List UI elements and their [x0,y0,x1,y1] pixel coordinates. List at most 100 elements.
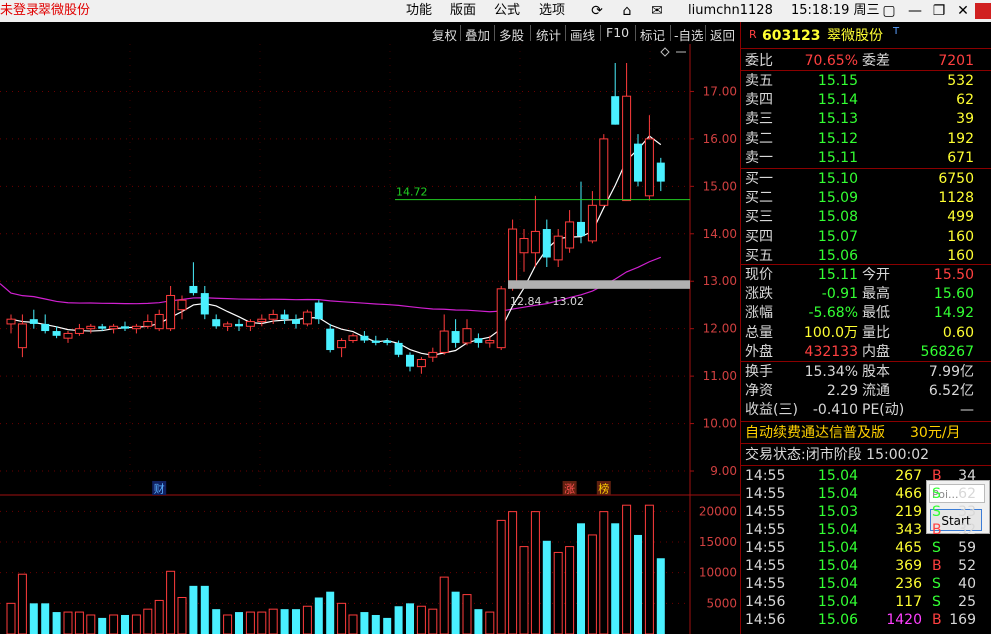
tick-time: 14:56 [745,612,786,628]
ad-price[interactable]: 30元/月 [910,424,961,442]
volume-bar-down [406,603,414,634]
buy-level-label: 买四 [745,228,773,245]
menu-formula[interactable]: 公式 [494,3,520,19]
tick-count: 59 [958,540,976,556]
weicha-label: 委差 [862,53,890,69]
event-marker: 涨 [564,483,575,496]
volume-bar-up [553,551,563,634]
candle-body-down [314,302,323,320]
refresh-icon[interactable]: ⟳ [586,1,608,21]
tick-volume: 236 [895,576,922,592]
ad-text[interactable]: 自动续费通达信普及版 [745,424,885,442]
quote-value: -0.91 [821,286,858,303]
volume-bar-up [462,594,472,634]
diamond-icon[interactable] [660,47,670,57]
event-marker: 财 [154,482,165,496]
tick-price: 15.04 [817,594,858,610]
buy-level-volume: 160 [947,247,974,264]
login-status[interactable]: 未登录 [0,3,39,19]
message-icon[interactable]: ✉ [646,1,668,21]
tick-volume: 219 [895,504,922,520]
fundamental-value: 7.99亿 [928,364,974,380]
close-icon[interactable]: ✕ [952,1,974,21]
candle-body-up [223,323,233,327]
minimize-icon[interactable]: — [904,1,926,21]
tick-time: 14:55 [745,504,786,520]
tick-side: B [932,468,942,484]
candle-body-down [200,293,209,315]
volume-bar-up [428,608,438,634]
sell-level-price: 15.15 [817,73,858,89]
volume-bar-down [29,603,38,634]
tick-volume: 466 [895,486,922,502]
sell-level-volume: 62 [956,92,974,109]
toolbar-adjust[interactable]: 复权 [432,25,457,44]
volume-bar-up [337,602,347,634]
volume-bar-up [143,608,153,634]
toolbar-stats[interactable]: 统计 [536,25,561,44]
volume-tick-label: 10000 [699,566,737,580]
volume-bar-up [644,504,654,634]
candle-body-down [611,96,620,125]
candle-body-down [292,319,300,324]
quote-label: 现价 [745,267,773,283]
title-stock-name: 翠微股份 [38,3,91,18]
menu-function[interactable]: 功能 [406,3,432,19]
menu-layout[interactable]: 版面 [450,3,476,19]
tick-volume: 343 [895,522,922,538]
toolbar-back[interactable]: 返回 [710,25,735,44]
tick-count: 33 [958,504,976,520]
candle-body-up [428,351,438,358]
candle-body-up [508,228,518,287]
candle-body-up [553,235,563,261]
candle-body-down [634,143,642,182]
menu-options[interactable]: 选项 [539,3,565,19]
buy-level-price: 15.09 [817,190,858,207]
toolbar-mark[interactable]: 标记 [640,25,665,44]
stock-suffix: T [893,26,900,37]
candle-body-up [268,313,278,320]
volume-bar-down [314,597,323,634]
candle-body-up [348,335,358,342]
volume-bar-up [17,573,27,634]
tick-side: S [932,486,941,502]
tick-price: 15.04 [817,540,858,556]
weibi-value: 70.65% [804,53,858,69]
candle-body-down [52,331,61,336]
candle-body-down [394,342,403,355]
candle-body-up [245,321,255,327]
candle-body-up [622,95,632,202]
buy-level-volume: 6750 [938,171,974,187]
volume-bar-up [530,511,540,634]
tick-volume: 1420 [886,612,922,628]
lock-icon[interactable]: ⌂ [616,1,638,21]
quote-label: 最高 [862,286,890,303]
candle-body-down [235,323,243,327]
volume-bar-down [52,612,61,634]
buy-level-price: 15.08 [817,209,858,226]
price-range-band[interactable] [508,280,690,289]
candle-body-up [74,328,84,334]
toolbar-overlay[interactable]: 叠加 [465,25,490,44]
buy-level-price: 15.07 [817,228,858,245]
candle-body-up [302,311,312,325]
maximize-icon[interactable]: ❐ [928,1,950,21]
volume-bar-up [439,576,449,634]
volume-bar-up [74,611,84,634]
quote-label: 外盘 [745,343,773,360]
candle-body-down [41,323,50,332]
toolbar-watchlist[interactable]: -自选 [674,25,704,44]
toolbar-multi[interactable]: 多股 [499,25,524,44]
sell-level-price: 15.13 [817,111,858,128]
toolbar-f10[interactable]: F10 [606,25,629,40]
toolbar-draw[interactable]: 画线 [570,25,595,44]
candle-body-up [439,330,449,353]
restore-small-icon[interactable]: ▢ [878,1,900,21]
kline-chart[interactable]: 17.00 16.00 15.00 14.00 13.00 12.00 11.00 10.00… [0,44,741,634]
fundamental-value: 2.29 [826,383,858,400]
candle-body-down [29,319,38,324]
tick-side: S [932,504,941,520]
buy-level-label: 买五 [745,247,773,264]
volume-bar-down [394,606,403,634]
volume-bar-down [41,603,50,634]
